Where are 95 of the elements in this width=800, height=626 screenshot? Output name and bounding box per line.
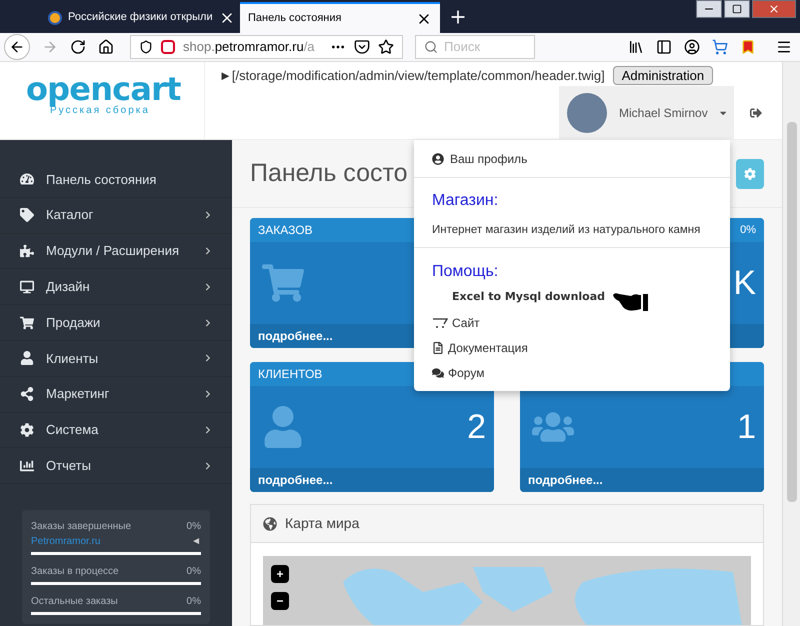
stat-percent: 0% bbox=[186, 565, 201, 580]
help-note: Excel to Mysql download bbox=[452, 289, 606, 305]
stat-label: Остальные заказы bbox=[31, 595, 118, 610]
store-name: Интернет магазин изделий из натурального камня bbox=[432, 223, 702, 238]
chevron-icon bbox=[204, 354, 212, 362]
search-bar[interactable]: Поиск bbox=[415, 35, 535, 59]
sidebar-item[interactable]: Продажи bbox=[0, 305, 232, 341]
tile-value: K bbox=[733, 262, 756, 304]
template-path: ►[/storage/modification/admin/view/template/common/header.twig] bbox=[219, 67, 605, 85]
cart-icon bbox=[432, 318, 448, 328]
sidebar-item[interactable]: Дизайн bbox=[0, 269, 232, 306]
page-title: Панель состо bbox=[250, 158, 408, 189]
puzzle-icon bbox=[20, 244, 34, 258]
sidebar-item[interactable]: Система bbox=[0, 412, 232, 448]
tile-value: 1 bbox=[737, 406, 756, 448]
cart-icon bbox=[20, 316, 34, 330]
chevron-icon bbox=[204, 246, 212, 255]
share-icon bbox=[20, 387, 34, 402]
chevron-icon bbox=[204, 390, 212, 398]
maximize-button[interactable] bbox=[724, 0, 750, 18]
logo-subtitle: Русская сборка bbox=[50, 106, 150, 116]
stat-percent: 0% bbox=[186, 595, 201, 610]
tile-title: КЛИЕНТОВ bbox=[258, 366, 322, 383]
tile-title: ЗАКАЗОВ bbox=[258, 222, 313, 239]
tab-title: Российские физики открыли bbox=[68, 10, 213, 26]
sidebar-item[interactable]: Отчеты bbox=[0, 448, 232, 484]
document-icon bbox=[432, 342, 444, 354]
chevron-icon bbox=[204, 462, 212, 470]
maximize-icon bbox=[732, 4, 742, 14]
menu-icon[interactable] bbox=[776, 39, 792, 55]
search-icon bbox=[424, 40, 438, 54]
more-link[interactable]: подробнее... bbox=[528, 471, 603, 489]
dashboard-icon bbox=[20, 172, 34, 186]
bar-chart-icon bbox=[20, 458, 34, 473]
url-field[interactable]: shop.petromramor.ru/a bbox=[130, 35, 403, 59]
logout-icon[interactable] bbox=[750, 107, 762, 119]
settings-icon bbox=[744, 168, 756, 180]
tab-title: Панель состояния bbox=[248, 11, 342, 26]
profile-menu-item[interactable]: Ваш профиль bbox=[414, 140, 730, 178]
sidebar-item[interactable]: Модули / Расширения bbox=[0, 234, 232, 270]
user-icon bbox=[432, 152, 444, 164]
monitor-icon bbox=[20, 280, 34, 294]
account-icon[interactable] bbox=[684, 39, 700, 55]
chevron-icon bbox=[204, 426, 212, 434]
globe-icon bbox=[263, 516, 277, 530]
sidebar-icon[interactable] bbox=[656, 39, 672, 55]
user-menu-button[interactable]: Michael Smirnov bbox=[559, 86, 734, 140]
browser-tab[interactable]: Панель состояния bbox=[240, 2, 440, 33]
site-favicon bbox=[48, 10, 62, 24]
shield-icon bbox=[139, 40, 153, 54]
stat-label: Заказы в процессе bbox=[31, 565, 119, 580]
sidebar-item[interactable]: Панель состояния bbox=[0, 162, 232, 198]
sidebar-item[interactable]: Каталог bbox=[0, 198, 232, 234]
minimize-button[interactable] bbox=[696, 0, 722, 18]
more-link[interactable]: подробнее... bbox=[258, 327, 333, 345]
help-menu-link[interactable]: Документация bbox=[432, 335, 712, 360]
cart-icon[interactable] bbox=[712, 39, 728, 55]
sidebar-item[interactable]: Маркетинг bbox=[0, 376, 232, 413]
section-heading: Магазин: bbox=[432, 191, 500, 211]
zoom-in-button[interactable]: + bbox=[271, 565, 289, 583]
panel-title: Карта мира bbox=[285, 514, 360, 533]
chevron-icon bbox=[204, 211, 212, 220]
chevron-icon bbox=[204, 282, 212, 291]
reload-icon[interactable] bbox=[70, 39, 86, 55]
bookmark-icon[interactable] bbox=[740, 39, 756, 55]
search-field[interactable]: Поиск bbox=[444, 37, 524, 57]
home-icon[interactable] bbox=[98, 39, 114, 55]
close-icon bbox=[768, 3, 780, 15]
cart-icon bbox=[262, 262, 304, 304]
more-link[interactable]: подробнее... bbox=[258, 471, 333, 489]
settings-icon bbox=[20, 422, 34, 437]
logo-text: opencart bbox=[26, 72, 181, 106]
help-menu-link[interactable]: Форум bbox=[432, 360, 712, 386]
link-marker: ◄ bbox=[191, 535, 201, 550]
tile-percent: 0% bbox=[740, 222, 756, 238]
chevron-icon bbox=[204, 318, 212, 327]
tag-icon bbox=[20, 208, 34, 222]
sidebar-item[interactable]: Клиенты bbox=[0, 340, 232, 377]
help-menu-link[interactable]: Сайт bbox=[432, 310, 712, 336]
administration-button[interactable]: Administration bbox=[612, 66, 714, 86]
bookmark-star-icon[interactable] bbox=[378, 39, 394, 55]
section-heading: Помощь: bbox=[432, 262, 500, 282]
stat-label: Заказы завершенные bbox=[31, 520, 132, 534]
avatar bbox=[567, 93, 607, 133]
stat-percent: 0% bbox=[186, 520, 201, 534]
chat-icon bbox=[432, 366, 444, 379]
close-button[interactable] bbox=[752, 0, 796, 18]
url-text: shop.petromramor.ru/a bbox=[183, 38, 316, 56]
back-button[interactable] bbox=[4, 34, 30, 60]
user-icon bbox=[20, 351, 34, 366]
pocket-icon[interactable] bbox=[354, 39, 370, 55]
tile-value: 2 bbox=[467, 406, 486, 448]
zoom-out-button[interactable]: − bbox=[271, 592, 289, 610]
library-icon[interactable] bbox=[628, 39, 644, 55]
user-icon bbox=[262, 406, 304, 448]
